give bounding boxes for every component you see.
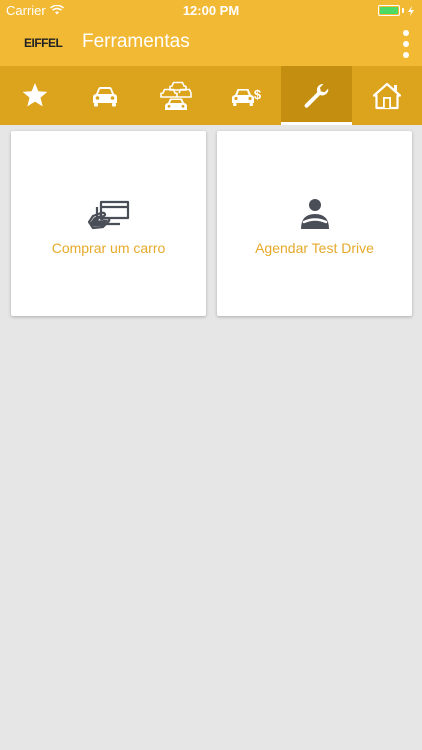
- brand-logo: EIFFEL: [24, 36, 63, 50]
- tab-cars[interactable]: [141, 66, 211, 125]
- tab-car-price[interactable]: $: [211, 66, 281, 125]
- tools-grid: Comprar um carro Agendar Test Drive: [11, 131, 412, 316]
- svg-text:$: $: [254, 87, 262, 102]
- car-icon: [93, 86, 118, 106]
- tab-favorites[interactable]: [0, 66, 70, 125]
- buy-car-label: Comprar um carro: [51, 240, 166, 256]
- app-bar: EIFFEL Ferramentas: [0, 22, 422, 66]
- test-drive-card[interactable]: Agendar Test Drive: [217, 131, 412, 316]
- home-icon: [372, 82, 401, 109]
- car-price-icon: $: [232, 87, 262, 106]
- tab-car[interactable]: [70, 66, 140, 125]
- payment-card-icon: [87, 194, 131, 230]
- status-bar: Carrier 12:00 PM: [0, 0, 422, 22]
- test-drive-label: Agendar Test Drive: [255, 240, 374, 256]
- more-vertical-icon[interactable]: [400, 30, 412, 58]
- battery-full-icon: [378, 5, 414, 16]
- cars-group-icon: [160, 81, 192, 110]
- tab-tools[interactable]: [281, 66, 352, 125]
- page-title: Ferramentas: [82, 31, 190, 52]
- star-icon: [22, 83, 48, 107]
- status-time: 12:00 PM: [182, 3, 240, 18]
- buy-car-card[interactable]: Comprar um carro: [11, 131, 206, 316]
- tab-home[interactable]: [352, 66, 422, 125]
- wrench-icon: [304, 83, 329, 108]
- driver-icon: [298, 194, 332, 230]
- tab-bar: $: [0, 66, 422, 125]
